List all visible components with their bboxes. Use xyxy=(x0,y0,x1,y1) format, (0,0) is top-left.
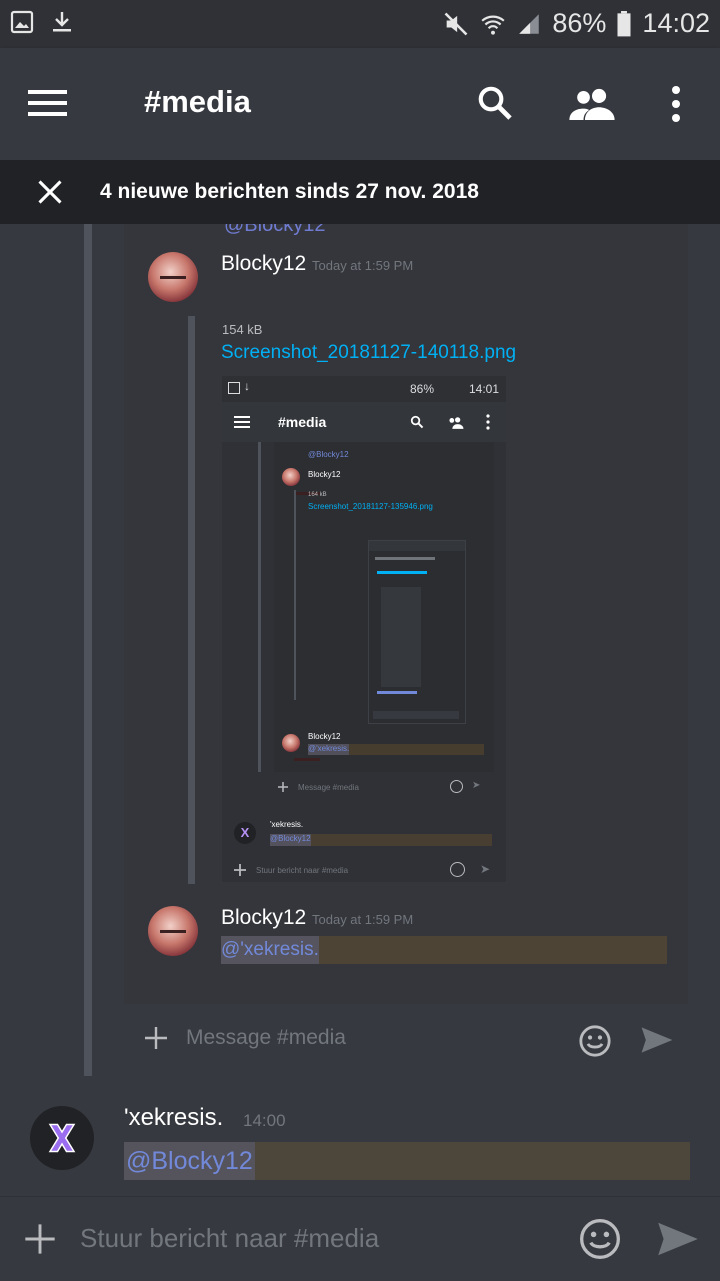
thumb-bar xyxy=(375,557,435,560)
message-composer: Stuur bericht naar #media xyxy=(0,1196,720,1281)
nested-thumbnail xyxy=(368,540,466,724)
thumb-bar xyxy=(377,691,417,694)
emoji-icon[interactable] xyxy=(578,1217,622,1261)
embed-timestamp: Today at 1:59 PM xyxy=(312,258,414,273)
new-messages-banner[interactable]: 4 nieuwe berichten sinds 27 nov. 2018 xyxy=(0,160,720,224)
embed-username: Blocky12 xyxy=(221,252,307,275)
nested-attachment-border xyxy=(294,490,296,700)
nested-composer-placeholder-1: Message #media xyxy=(298,783,359,792)
avatar xyxy=(148,906,198,956)
nested-username-2: Blocky12 xyxy=(308,732,341,741)
attachment-filename[interactable]: Screenshot_20181127-140118.png xyxy=(221,342,516,364)
avatar: X xyxy=(234,822,256,844)
nested-screenshot[interactable]: ↓ 86% 14:01 #media @Blocky12 Blocky12 16… xyxy=(222,376,506,882)
members-icon xyxy=(449,417,464,429)
add-icon xyxy=(278,782,288,792)
embed-border xyxy=(84,224,92,1076)
nested-app-bar: #media xyxy=(222,402,506,442)
nested-composer-placeholder-2: Stuur bericht naar #media xyxy=(256,866,349,875)
partial-mention: @Blocky12 xyxy=(224,224,326,236)
emoji-icon xyxy=(579,1025,611,1057)
avatar xyxy=(282,468,320,495)
message-input[interactable]: Stuur bericht naar #media xyxy=(80,1223,379,1254)
thumb-bar xyxy=(369,541,465,551)
battery-percent: 86% xyxy=(552,8,607,38)
add-attachment-icon[interactable] xyxy=(24,1223,56,1255)
members-icon[interactable] xyxy=(568,86,616,120)
battery-icon xyxy=(617,10,631,36)
nested-username-1: Blocky12 xyxy=(308,470,341,479)
menu-icon xyxy=(234,416,250,428)
gallery-icon xyxy=(10,10,34,34)
nested-username-3: 'xekresis. xyxy=(270,820,304,829)
message-timestamp: 14:00 xyxy=(243,1111,286,1130)
nested-channel-title: #media xyxy=(278,414,327,430)
nested-battery: 86% xyxy=(410,382,435,396)
send-icon: ➤ xyxy=(480,862,491,876)
embed-mention: @'xekresis. xyxy=(221,936,319,964)
emoji-icon xyxy=(450,862,465,877)
send-icon[interactable] xyxy=(656,1221,700,1257)
nested-mention-1: @Blocky12 xyxy=(308,450,349,459)
message-mention[interactable]: @Blocky12 xyxy=(124,1142,255,1180)
close-icon[interactable] xyxy=(36,178,64,206)
thumb-bar xyxy=(373,711,459,719)
gallery-icon xyxy=(228,382,240,394)
send-icon: ➤ xyxy=(472,780,481,791)
nested-attachment-filename: Screenshot_20181127-135946.png xyxy=(308,502,433,511)
status-bar: 86% 14:02 xyxy=(0,0,720,48)
more-options-icon[interactable] xyxy=(664,84,688,124)
mute-icon xyxy=(444,12,468,35)
nested-mention-3: @Blocky12 xyxy=(270,834,311,846)
message-username[interactable]: 'xekresis. xyxy=(124,1104,223,1132)
more-options-icon xyxy=(486,414,490,430)
channel-title: #media xyxy=(144,84,251,119)
thumb-bar xyxy=(377,571,427,574)
nested-attachment-size: 164 kB xyxy=(308,492,327,498)
thumb-bar xyxy=(381,587,421,687)
download-icon: ↓ xyxy=(244,379,250,393)
attachment-border xyxy=(188,316,195,884)
embedded-screenshot[interactable]: @Blocky12 Blocky12 Today at 1:59 PM 154 … xyxy=(124,224,688,1076)
attachment-size: 154 kB xyxy=(222,322,263,337)
send-icon xyxy=(641,1027,673,1053)
wifi-icon xyxy=(481,15,505,35)
search-icon xyxy=(410,415,424,429)
menu-icon[interactable] xyxy=(28,88,68,118)
banner-text: 4 nieuwe berichten sinds 27 nov. 2018 xyxy=(100,180,479,203)
emoji-icon xyxy=(450,780,463,793)
clock: 14:02 xyxy=(642,8,710,38)
nested-status-bar: ↓ 86% 14:01 xyxy=(222,376,506,402)
add-icon xyxy=(145,1027,167,1049)
nested-time: 14:01 xyxy=(469,382,500,396)
embed-username: Blocky12 xyxy=(221,906,307,929)
avatar xyxy=(282,734,320,761)
nested-embed: @Blocky12 Blocky12 164 kB Screenshot_201… xyxy=(274,442,494,772)
embed-timestamp: Today at 1:59 PM xyxy=(312,912,414,927)
add-icon xyxy=(234,864,246,876)
signal-icon xyxy=(519,13,540,34)
embedded-composer: Message #media xyxy=(124,1004,688,1076)
nested-mention-2: @'xekresis. xyxy=(308,744,350,755)
app-bar: #media xyxy=(0,48,720,160)
nested-embed-border xyxy=(258,442,261,772)
search-icon[interactable] xyxy=(476,84,514,122)
embedded-composer-placeholder: Message #media xyxy=(186,1026,346,1049)
x-logo-icon xyxy=(48,1123,76,1153)
nested-chat: @Blocky12 Blocky12 164 kB Screenshot_201… xyxy=(222,442,506,882)
avatar[interactable] xyxy=(30,1106,94,1170)
avatar xyxy=(148,252,198,302)
download-icon xyxy=(53,12,71,32)
